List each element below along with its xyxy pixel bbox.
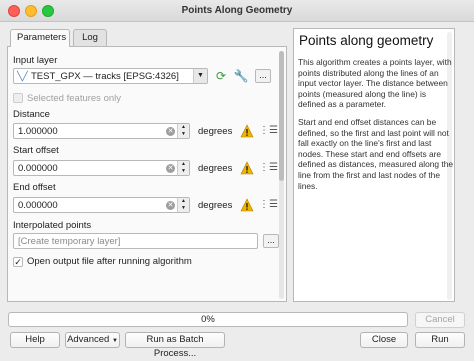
chevron-down-icon: ▼ [111, 338, 118, 344]
end-offset-label: End offset [13, 182, 56, 193]
cancel-button[interactable]: Cancel [415, 312, 465, 328]
open-output-checkbox[interactable]: ✓ [13, 257, 23, 267]
run-button[interactable]: Run [415, 332, 465, 348]
selected-only-label: Selected features only [27, 93, 122, 104]
input-layer-value: TEST_GPX — tracks [EPSG:4326] [31, 71, 179, 82]
distance-label: Distance [13, 109, 50, 120]
selected-only-checkbox[interactable] [13, 93, 23, 103]
start-offset-input[interactable]: 0.000000 ✕ ▲ ▼ [13, 160, 190, 176]
title-bar: Points Along Geometry [0, 0, 474, 22]
advanced-label: Advanced [67, 334, 110, 345]
parameters-scroll-thumb[interactable] [279, 51, 284, 181]
dialog-window: Points Along Geometry Parameters Log Inp… [0, 0, 474, 359]
help-paragraph-1: This algorithm creates a points layer, w… [298, 57, 452, 110]
distance-value: 1.000000 [18, 126, 58, 137]
end-offset-unit: degrees [198, 200, 233, 211]
progress-bar: 0% [8, 312, 408, 327]
interpolated-points-field[interactable]: [Create temporary layer] [13, 233, 258, 249]
end-offset-input[interactable]: 0.000000 ✕ ▲ ▼ [13, 197, 190, 213]
iterate-icon[interactable]: ⟳ [212, 68, 230, 84]
interpolated-points-label: Interpolated points [13, 220, 92, 231]
run-batch-button[interactable]: Run as Batch Process... [125, 332, 225, 359]
input-layer-combo[interactable]: ╲╱ TEST_GPX — tracks [EPSG:4326] ▼ [13, 68, 208, 84]
warning-icon [240, 161, 254, 175]
tab-parameters[interactable]: Parameters [10, 29, 70, 47]
input-layer-more-button[interactable]: ... [255, 69, 271, 83]
wrench-icon[interactable]: 🔧 [232, 68, 250, 84]
tab-log[interactable]: Log [73, 29, 107, 46]
window-title: Points Along Geometry [181, 5, 293, 16]
input-layer-label: Input layer [13, 55, 58, 66]
close-button[interactable]: Close [360, 332, 408, 348]
start-offset-label: Start offset [13, 145, 59, 156]
spin-arrows-icon[interactable]: ▲ ▼ [177, 124, 189, 138]
clear-icon[interactable]: ✕ [166, 127, 175, 136]
clear-icon[interactable]: ✕ [166, 164, 175, 173]
open-output-label: Open output file after running algorithm [27, 256, 192, 267]
interpolated-points-more-button[interactable]: ... [263, 234, 279, 248]
help-title: Points along geometry [299, 33, 434, 48]
start-offset-value: 0.000000 [18, 163, 58, 174]
warning-icon [240, 124, 254, 138]
distance-input[interactable]: 1.000000 ✕ ▲ ▼ [13, 123, 190, 139]
vector-line-icon: ╲╱ [17, 71, 28, 81]
interpolated-points-value: [Create temporary layer] [18, 236, 121, 247]
advanced-button[interactable]: Advanced ▼ [65, 332, 120, 348]
help-panel: Points along geometry This algorithm cre… [293, 28, 455, 302]
spin-arrows-icon[interactable]: ▲ ▼ [177, 161, 189, 175]
warning-icon [240, 198, 254, 212]
progress-text: 0% [201, 314, 215, 325]
data-defined-icon[interactable]: ⋮☰ [259, 199, 278, 210]
parameters-panel: Input layer ╲╱ TEST_GPX — tracks [EPSG:4… [7, 46, 287, 302]
data-defined-icon[interactable]: ⋮☰ [259, 162, 278, 173]
distance-unit: degrees [198, 126, 233, 137]
end-offset-value: 0.000000 [18, 200, 58, 211]
start-offset-unit: degrees [198, 163, 233, 174]
clear-icon[interactable]: ✕ [166, 201, 175, 210]
help-paragraph-2: Start and end offset distances can be de… [298, 117, 454, 191]
data-defined-icon[interactable]: ⋮☰ [259, 125, 278, 136]
chevron-down-icon[interactable]: ▼ [193, 69, 207, 83]
spin-arrows-icon[interactable]: ▲ ▼ [177, 198, 189, 212]
help-button[interactable]: Help [10, 332, 60, 348]
parameters-scrollbar[interactable] [279, 51, 284, 299]
